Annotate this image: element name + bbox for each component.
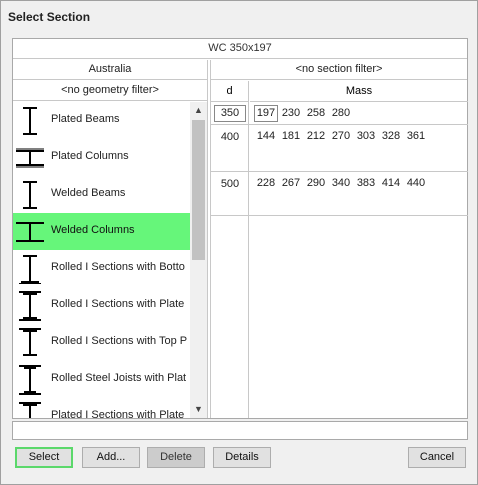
status-bar	[12, 421, 468, 440]
depth-column-header: d	[211, 81, 249, 102]
mass-cell[interactable]: 230	[279, 102, 303, 124]
mass-cell[interactable]: 270	[329, 125, 353, 147]
list-item-label: Rolled I Sections with Plate	[51, 298, 185, 310]
mass-cell[interactable]: 197	[254, 105, 278, 122]
list-item-rolled-i-top[interactable]: Rolled I Sections with Top P	[13, 324, 190, 361]
list-scrollbar[interactable]: ▲ ▼	[190, 102, 207, 418]
mass-cell[interactable]: 144	[254, 125, 278, 147]
table-row: 350 197 230 258 280	[211, 102, 468, 125]
scroll-down-icon[interactable]: ▼	[190, 401, 207, 418]
column-section-icon	[16, 148, 44, 168]
list-item-rolled-joists[interactable]: Rolled Steel Joists with Plat	[13, 361, 190, 398]
list-item-rolled-i-bottom[interactable]: Rolled I Sections with Botto	[13, 250, 190, 287]
select-button[interactable]: Select	[15, 447, 73, 468]
list-item-plated-i-plate[interactable]: Plated I Sections with Plate	[13, 398, 190, 418]
mass-values: 144 181 212 270 303 328 361	[254, 125, 464, 147]
list-item-label: Plated Beams	[51, 113, 120, 125]
list-item-label: Welded Beams	[51, 187, 126, 199]
mass-cell[interactable]: 414	[379, 172, 403, 194]
list-item-label: Rolled I Sections with Botto	[51, 261, 185, 273]
list-item-welded-columns[interactable]: Welded Columns	[13, 213, 190, 250]
scroll-up-icon[interactable]: ▲	[190, 102, 207, 119]
cancel-button[interactable]: Cancel	[408, 447, 466, 468]
list-item-plated-beams[interactable]: Plated Beams	[13, 102, 190, 139]
i-beam-icon	[23, 181, 37, 209]
i-beam-icon	[19, 328, 41, 356]
i-beam-icon	[19, 402, 41, 418]
mass-column-header: Mass	[250, 81, 468, 102]
mass-cell[interactable]: 383	[354, 172, 378, 194]
mass-cell[interactable]: 440	[404, 172, 428, 194]
depth-cell[interactable]: 350	[214, 105, 246, 122]
mass-cell[interactable]: 212	[304, 125, 328, 147]
mass-cell[interactable]: 181	[279, 125, 303, 147]
selected-section-header: WC 350x197	[13, 39, 467, 59]
select-section-dialog: Select Section WC 350x197 Australia <no …	[0, 0, 478, 485]
add-button[interactable]: Add...	[82, 447, 140, 468]
mass-cell[interactable]: 303	[354, 125, 378, 147]
mass-cell[interactable]: 267	[279, 172, 303, 194]
mass-cell[interactable]: 328	[379, 125, 403, 147]
section-size-panel: <no section filter> d Mass 350 197 230 258…	[210, 60, 468, 418]
section-panel: WC 350x197 Australia <no geometry filter…	[12, 38, 468, 419]
depth-cell[interactable]: 400	[217, 131, 243, 143]
i-beam-icon	[19, 365, 41, 395]
title-bar: Select Section	[1, 1, 477, 31]
list-item-label: Rolled I Sections with Top P	[51, 335, 188, 347]
window-title: Select Section	[8, 10, 91, 24]
list-item-label: Rolled Steel Joists with Plat	[51, 372, 187, 384]
delete-button[interactable]: Delete	[147, 447, 205, 468]
mass-cell[interactable]: 290	[304, 172, 328, 194]
section-filter-dropdown[interactable]: <no section filter>	[211, 60, 467, 80]
geometry-filter-dropdown[interactable]: <no geometry filter>	[13, 81, 207, 101]
list-item-label: Plated Columns	[51, 150, 129, 162]
mass-cell[interactable]: 228	[254, 172, 278, 194]
details-button[interactable]: Details	[213, 447, 271, 468]
mass-cell[interactable]: 280	[329, 102, 353, 124]
section-type-list: Plated Beams Plated Columns Welded Beams…	[13, 102, 190, 418]
depth-cell[interactable]: 500	[217, 178, 243, 190]
mass-values: 197 230 258 280	[254, 102, 464, 124]
scroll-thumb[interactable]	[192, 120, 205, 260]
list-item-plated-columns[interactable]: Plated Columns	[13, 139, 190, 176]
standard-dropdown[interactable]: Australia	[13, 60, 207, 80]
section-type-panel: Australia <no geometry filter> Plated Be…	[13, 60, 208, 418]
i-beam-icon	[23, 107, 37, 135]
table-row: 500 228 267 290 340 383 414 440	[211, 172, 468, 216]
list-item-label: Welded Columns	[51, 224, 135, 236]
mass-values: 228 267 290 340 383 414 440	[254, 172, 464, 194]
i-beam-icon	[19, 255, 41, 284]
mass-cell[interactable]: 361	[404, 125, 428, 147]
list-item-welded-beams[interactable]: Welded Beams	[13, 176, 190, 213]
mass-cell[interactable]: 258	[304, 102, 328, 124]
mass-cell[interactable]: 340	[329, 172, 353, 194]
list-item-rolled-i-plate[interactable]: Rolled I Sections with Plate	[13, 287, 190, 324]
table-row: 400 144 181 212 270 303 328 361	[211, 125, 468, 172]
i-beam-icon	[19, 291, 41, 321]
column-section-icon	[16, 222, 44, 242]
list-item-label: Plated I Sections with Plate	[51, 409, 185, 418]
